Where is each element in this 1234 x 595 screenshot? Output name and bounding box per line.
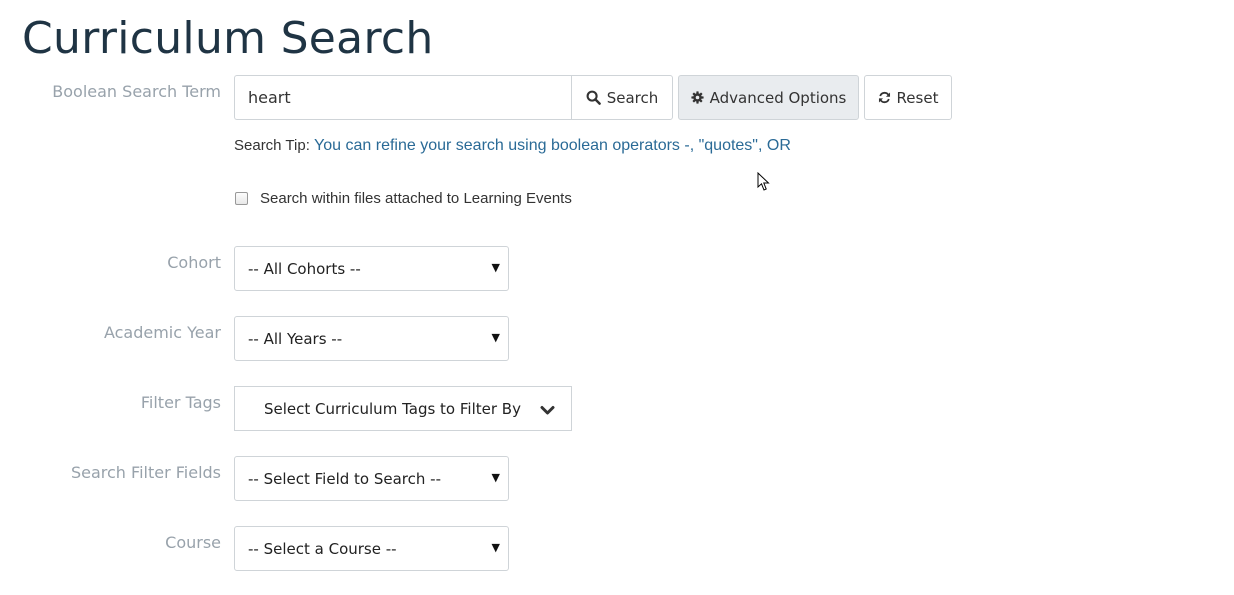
filter-tags-button-label: Select Curriculum Tags to Filter By (264, 399, 521, 418)
academic-year-label: Academic Year (103, 323, 221, 342)
caret-down-icon: ▼ (491, 261, 500, 274)
search-icon (586, 90, 601, 105)
search-files-label[interactable]: Search within files attached to Learning… (260, 190, 572, 207)
advanced-options-button[interactable]: Advanced Options (678, 75, 859, 120)
caret-down-icon: ▼ (491, 471, 500, 484)
course-select[interactable]: -- Select a Course -- ▼ (234, 526, 509, 571)
search-button[interactable]: Search (571, 75, 673, 120)
search-tip-text: You can refine your search using boolean… (314, 137, 791, 154)
search-files-option: Search within files attached to Learning… (234, 190, 572, 207)
cohort-label: Cohort (167, 253, 221, 272)
search-input[interactable] (234, 75, 572, 120)
academic-year-select[interactable]: -- All Years -- ▼ (234, 316, 509, 361)
search-button-label: Search (606, 88, 659, 107)
filter-tags-label: Filter Tags (140, 393, 221, 412)
search-fields-select-value: -- Select Field to Search -- (248, 469, 441, 488)
gear-icon (691, 91, 704, 104)
search-tip: Search Tip: You can refine your search u… (234, 137, 791, 155)
caret-down-icon: ▼ (491, 331, 500, 344)
refresh-icon (878, 91, 891, 104)
caret-down-icon: ▼ (491, 541, 500, 554)
course-label: Course (165, 533, 221, 552)
search-filter-fields-label: Search Filter Fields (70, 463, 221, 482)
reset-button[interactable]: Reset (864, 75, 952, 120)
search-tip-label: Search Tip: (234, 137, 310, 154)
cohort-select[interactable]: -- All Cohorts -- ▼ (234, 246, 509, 291)
search-files-checkbox[interactable] (235, 192, 248, 205)
reset-button-label: Reset (896, 88, 939, 107)
filter-tags-button[interactable]: Select Curriculum Tags to Filter By (234, 386, 572, 431)
boolean-search-label: Boolean Search Term (52, 82, 221, 101)
mouse-cursor-icon (757, 171, 771, 196)
course-select-value: -- Select a Course -- (248, 539, 397, 558)
academic-year-select-value: -- All Years -- (248, 329, 343, 348)
search-fields-select[interactable]: -- Select Field to Search -- ▼ (234, 456, 509, 501)
cohort-select-value: -- All Cohorts -- (248, 259, 361, 278)
chevron-down-icon (540, 402, 555, 420)
page-title: Curriculum Search (22, 13, 434, 64)
advanced-options-label: Advanced Options (709, 88, 847, 107)
